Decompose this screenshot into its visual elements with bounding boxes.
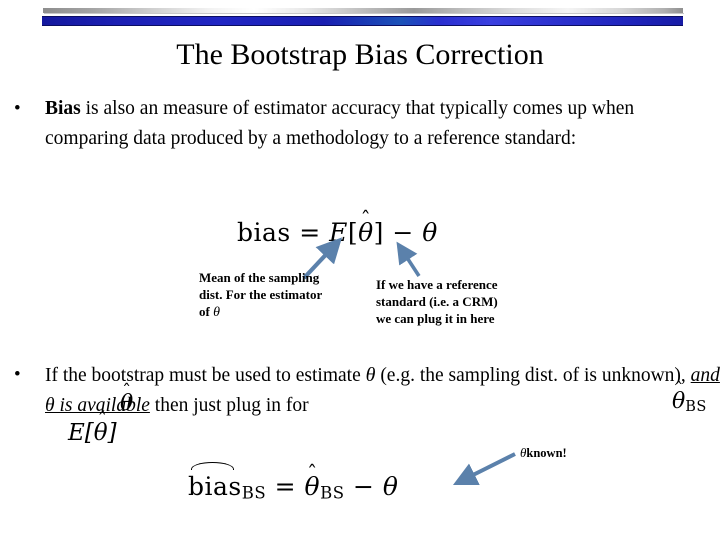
hat-accent-icon: ˆ [360, 206, 372, 231]
arrow-to-theta-known-icon [452, 452, 516, 486]
bracket-close: ] [373, 218, 384, 247]
theta-hat-glyph: ˆθ [358, 209, 374, 247]
bracket-open: [ [84, 420, 94, 446]
bias-with-widehat: bias [188, 461, 242, 501]
bullet-marker: • [14, 364, 21, 385]
callout-right-line-3: we can plug it in here [376, 311, 495, 326]
bullet-item-1: • Bias is also an measure of estimator a… [14, 94, 714, 154]
theta-true-symbol: θ [382, 472, 399, 501]
overlapping-theta-hat-symbol: ˆθ [120, 382, 133, 416]
slide-title: The Bootstrap Bias Correction [176, 38, 544, 71]
theta-hat-glyph: ˆθ [305, 463, 321, 501]
widehat-accent-icon [191, 461, 235, 470]
callout-theta-known: θknown! [520, 444, 630, 462]
hat-accent-icon: ˆ [674, 378, 684, 400]
bracket-open: [ [347, 218, 359, 247]
hat-accent-icon: ˆ [122, 380, 132, 402]
minus-sign: − [352, 472, 375, 501]
blue-gradient-bar [42, 17, 683, 25]
slide-header-decoration [42, 8, 684, 26]
overlapping-theta-hat-bs-symbol: ˆ θBS [672, 380, 707, 416]
bullet-1-text: Bias is also an measure of estimator acc… [45, 94, 714, 154]
bullet-2-text: If the bootstrap must be used to estimat… [45, 360, 720, 421]
bullet-2-emph-and: and [690, 365, 720, 386]
subscript-bs: BS [685, 399, 707, 416]
equation-bias-bootstrap: biasBS = ˆ θBS − θ [188, 461, 399, 503]
bullet-marker: • [14, 98, 21, 119]
bracket-close: ] [107, 420, 117, 446]
callout-left-theta-symbol: θ [213, 305, 220, 320]
bullet-1-lead-bold: Bias [45, 98, 81, 119]
callout-left-line-3: of θ [199, 303, 367, 321]
arrow-to-theta-icon [396, 241, 421, 277]
expectation-operator: E [68, 420, 85, 446]
callout-right-line-2: standard (i.e. a CRM) [376, 294, 498, 309]
bullet-2-part-1: If the bootstrap must be used to estimat… [45, 365, 366, 386]
hat-accent-icon: ˆ [306, 460, 318, 485]
callout-mean-of-sampling-dist: Mean of the sampling dist. For the estim… [199, 269, 367, 321]
callout-left-line-3-prefix: of [199, 304, 214, 319]
equation-equals-sign: = [274, 472, 297, 501]
bullet-2-part-2: (e.g. the sampling dist. of [375, 365, 584, 386]
theta-hat-glyph: ˆθ [120, 382, 133, 416]
callout-left-line-1: Mean of the sampling [199, 270, 320, 285]
bullet-2-part-4: then just plug in for [149, 395, 309, 416]
bias-label: bias [188, 472, 242, 501]
silver-bar-shadow [44, 13, 684, 14]
callout-known-text: known! [526, 446, 567, 460]
theta-hat-glyph: ˆθ [672, 380, 685, 414]
equation-bias-lhs: bias [237, 218, 291, 247]
callout-reference-standard: If we have a reference standard (i.e. a … [376, 276, 556, 327]
blue-bar-bottom-edge [42, 25, 683, 26]
bullet-2-theta-1: θ [365, 364, 376, 386]
bullet-1-body: is also an measure of estimator accuracy… [45, 98, 635, 149]
subscript-bs: BS [241, 483, 267, 503]
hat-accent-icon: ˆ [95, 409, 106, 432]
theta-hat-glyph: ˆθ [94, 411, 108, 446]
callout-right-line-1: If we have a reference [376, 277, 498, 292]
subscript-bs: BS [320, 483, 345, 503]
callout-left-line-2: dist. For the estimator [199, 287, 323, 302]
equation-expectation-inline: E[ˆ θ] [68, 411, 117, 446]
